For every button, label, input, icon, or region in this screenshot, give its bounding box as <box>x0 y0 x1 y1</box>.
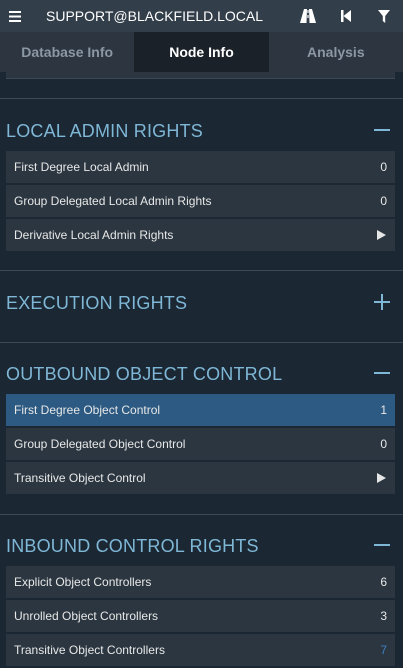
step-backward-icon <box>341 10 351 22</box>
transitive-object-controllers-row[interactable]: Transitive Object Controllers 7 <box>6 634 395 667</box>
row-label: First Degree Object Control <box>14 403 161 417</box>
row-label: First Degree Local Admin <box>14 160 149 174</box>
transitive-object-control-row[interactable]: Transitive Object Control <box>6 462 395 495</box>
hamburger-menu-icon <box>9 10 21 22</box>
row-count: 3 <box>380 609 387 623</box>
execution-rights-heading[interactable]: EXECUTION RIGHTS <box>6 293 187 314</box>
row-label: Unrolled Object Controllers <box>14 609 159 623</box>
row-count: 0 <box>380 437 387 451</box>
filter-button[interactable] <box>365 0 403 32</box>
derivative-local-admin-row[interactable]: Derivative Local Admin Rights <box>6 219 395 252</box>
section-divider <box>0 514 403 515</box>
local-admin-rights-heading[interactable]: LOCAL ADMIN RIGHTS <box>6 121 203 142</box>
row-label: Explicit Object Controllers <box>14 575 152 589</box>
row-label: Derivative Local Admin Rights <box>14 228 174 242</box>
group-delegated-object-control-row[interactable]: Group Delegated Object Control 0 <box>6 428 395 461</box>
pathfinding-button[interactable] <box>289 0 327 32</box>
tab-node-info[interactable]: Node Info <box>134 32 269 72</box>
row-count: 0 <box>380 160 387 174</box>
row-count: 7 <box>380 643 387 657</box>
top-bar: SUPPORT@BLACKFIELD.LOCAL <box>0 0 403 32</box>
node-search-title[interactable]: SUPPORT@BLACKFIELD.LOCAL <box>30 8 289 24</box>
expand-icon[interactable] <box>374 294 390 310</box>
play-icon[interactable] <box>377 230 386 240</box>
row-label: Group Delegated Object Control <box>14 437 186 451</box>
node-info-panel[interactable]: LOCAL ADMIN RIGHTS First Degree Local Ad… <box>0 72 403 668</box>
row-count: 0 <box>380 194 387 208</box>
back-button[interactable] <box>327 0 365 32</box>
filter-icon <box>378 9 390 23</box>
tab-analysis[interactable]: Analysis <box>268 32 403 72</box>
section-divider <box>0 98 403 99</box>
row-label: Group Delegated Local Admin Rights <box>14 194 212 208</box>
outbound-object-control-heading[interactable]: OUTBOUND OBJECT CONTROL <box>6 364 282 385</box>
collapse-icon[interactable] <box>374 365 390 381</box>
tab-bar: Database Info Node Info Analysis <box>0 32 403 72</box>
road-icon <box>300 9 316 23</box>
section-divider <box>0 342 403 343</box>
unrolled-object-controllers-row[interactable]: Unrolled Object Controllers 3 <box>6 600 395 633</box>
play-icon[interactable] <box>377 473 386 483</box>
row-label: Transitive Object Control <box>14 471 146 485</box>
row-count: 1 <box>380 403 387 417</box>
group-delegated-local-admin-row[interactable]: Group Delegated Local Admin Rights 0 <box>6 185 395 218</box>
menu-button[interactable] <box>0 0 30 32</box>
tab-database-info[interactable]: Database Info <box>0 32 135 72</box>
explicit-object-controllers-row[interactable]: Explicit Object Controllers 6 <box>6 566 395 599</box>
first-degree-local-admin-row[interactable]: First Degree Local Admin 0 <box>6 151 395 184</box>
previous-section-row <box>6 72 395 79</box>
collapse-icon[interactable] <box>374 537 390 553</box>
inbound-control-rights-heading[interactable]: INBOUND CONTROL RIGHTS <box>6 536 259 557</box>
row-count: 6 <box>380 575 387 589</box>
section-divider <box>0 270 403 271</box>
row-label: Transitive Object Controllers <box>14 643 165 657</box>
first-degree-object-control-row[interactable]: First Degree Object Control 1 <box>6 394 395 427</box>
collapse-icon[interactable] <box>374 122 390 138</box>
